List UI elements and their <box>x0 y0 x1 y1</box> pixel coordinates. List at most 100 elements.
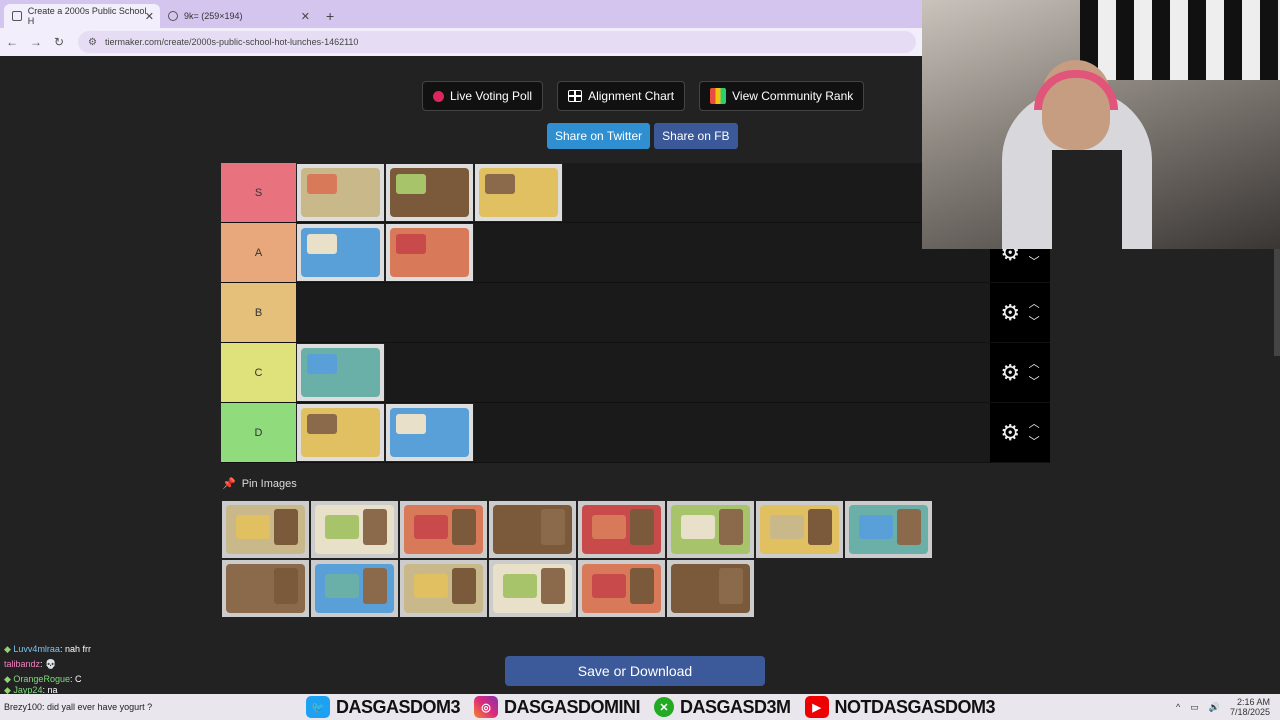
tier-label[interactable]: B <box>221 283 296 342</box>
food-image[interactable] <box>385 223 474 282</box>
clock-date: 7/18/2025 <box>1229 707 1270 717</box>
gear-icon[interactable]: ⚙ <box>1000 420 1020 446</box>
tier-controls: ⚙ ︿﹀ <box>990 343 1050 402</box>
tab-image[interactable]: 9k= (259×194) ✕ <box>160 4 316 28</box>
twitter-icon: 🐦 <box>306 696 330 718</box>
share-buttons: Share on Twitter Share on FB <box>547 123 738 149</box>
url-text: tiermaker.com/create/2000s-public-school… <box>104 37 359 47</box>
url-field[interactable]: ⚙ tiermaker.com/create/2000s-public-scho… <box>78 31 916 53</box>
food-image[interactable] <box>296 343 385 402</box>
gear-icon[interactable]: ⚙ <box>1000 300 1020 326</box>
tier-items <box>296 343 990 402</box>
food-image[interactable] <box>385 163 474 222</box>
move-down-icon[interactable]: ﹀ <box>1029 373 1040 391</box>
tier-label[interactable]: A <box>221 223 296 282</box>
image-pool <box>221 500 1021 618</box>
tier-controls: ⚙ ︿﹀ <box>990 283 1050 342</box>
xbox-icon: ✕ <box>654 697 675 717</box>
pool-food-image[interactable] <box>844 500 933 559</box>
tier-items <box>296 163 990 222</box>
tier-label[interactable]: C <box>221 343 296 402</box>
share-fb-button[interactable]: Share on FB <box>654 123 738 149</box>
move-down-icon[interactable]: ﹀ <box>1029 253 1040 271</box>
pool-food-image[interactable] <box>221 500 310 559</box>
save-download-button[interactable]: Save or Download <box>505 656 765 686</box>
pool-food-image[interactable] <box>577 559 666 618</box>
rank-grid-icon <box>710 88 727 104</box>
food-image[interactable] <box>385 403 474 462</box>
tab-label: Create a 2000s Public School H <box>27 6 147 26</box>
close-tab-icon[interactable]: ✕ <box>145 10 154 23</box>
live-voting-label: Live Voting Poll <box>450 89 533 103</box>
pool-food-image[interactable] <box>488 559 577 618</box>
pool-food-image[interactable] <box>221 559 310 618</box>
chat-line: ◆ Luvv4mlraa: nah frr <box>4 644 91 654</box>
webcam-overlay <box>922 0 1280 249</box>
back-icon[interactable]: ← <box>6 35 18 49</box>
move-up-icon[interactable]: ︿ <box>1029 355 1040 373</box>
pool-food-image[interactable] <box>399 500 488 559</box>
pool-food-image[interactable] <box>755 500 844 559</box>
globe-icon <box>168 11 178 21</box>
clock-time: 2:16 AM <box>1236 697 1270 707</box>
tier-row: C ⚙ ︿ ﹀ <box>221 343 1050 403</box>
move-down-icon[interactable]: ﹀ <box>1029 433 1040 451</box>
community-rank-button[interactable]: View Community Rank <box>699 81 865 111</box>
tier-label[interactable]: S <box>221 163 296 222</box>
volume-icon[interactable]: 🔊 <box>1209 702 1220 713</box>
tier-items <box>296 403 990 462</box>
clock[interactable]: 2:16 AM 7/18/2025 <box>1230 697 1270 717</box>
close-tab-icon[interactable]: ✕ <box>301 10 310 23</box>
food-image[interactable] <box>296 403 385 462</box>
pool-food-image[interactable] <box>310 559 399 618</box>
gear-icon[interactable]: ⚙ <box>1000 360 1020 386</box>
grid-icon <box>568 90 583 102</box>
youtube-icon: ▶ <box>804 696 829 718</box>
reload-icon[interactable]: ↻ <box>54 35 64 49</box>
share-twitter-button[interactable]: Share on Twitter <box>547 123 651 149</box>
system-tray: ^ ▭ 🔊 2:16 AM 7/18/2025 <box>1176 694 1270 720</box>
move-up-icon[interactable]: ︿ <box>1029 295 1040 313</box>
live-voting-button[interactable]: Live Voting Poll <box>422 81 544 111</box>
checkered-wall <box>1080 0 1280 80</box>
network-icon[interactable]: ▭ <box>1190 702 1199 713</box>
tier-label[interactable]: D <box>221 403 296 462</box>
pool-food-image[interactable] <box>666 559 755 618</box>
tier-items <box>296 283 990 342</box>
address-bar-row: ← → ↻ ⚙ tiermaker.com/create/2000s-publi… <box>0 28 922 56</box>
page-icon <box>12 11 22 21</box>
alignment-label: Alignment Chart <box>588 89 675 103</box>
move-down-icon[interactable]: ﹀ <box>1029 313 1040 331</box>
xbox-handle: DASGASD3M <box>680 696 791 717</box>
pool-food-image[interactable] <box>577 500 666 559</box>
browser-tab-bar: Create a 2000s Public School H ✕ 9k= (25… <box>0 0 922 28</box>
pool-food-image[interactable] <box>310 500 399 559</box>
pool-food-image[interactable] <box>488 500 577 559</box>
pool-food-image[interactable] <box>666 500 755 559</box>
chat-line: talibandz: 💀 <box>4 659 57 669</box>
tab-tiermaker[interactable]: Create a 2000s Public School H ✕ <box>4 4 160 28</box>
pin-icon: 📌 <box>222 478 236 490</box>
tier-row: D ⚙ ︿ ﹀ <box>221 403 1050 463</box>
pool-food-image[interactable] <box>399 559 488 618</box>
community-label: View Community Rank <box>732 89 854 103</box>
tray-chevron-icon[interactable]: ^ <box>1176 702 1180 712</box>
food-image[interactable] <box>474 163 563 222</box>
food-image[interactable] <box>296 223 385 282</box>
top-actions: Live Voting Poll Alignment Chart View Co… <box>422 81 865 111</box>
alignment-chart-button[interactable]: Alignment Chart <box>557 81 686 111</box>
food-image[interactable] <box>296 163 385 222</box>
pin-label: Pin Images <box>241 477 297 490</box>
pin-images-toggle[interactable]: 📌 Pin Images <box>222 477 297 491</box>
site-info-icon[interactable]: ⚙ <box>88 37 97 48</box>
tier-controls: ⚙ ︿﹀ <box>990 403 1050 462</box>
instagram-handle: DASGASDOMINI <box>504 696 641 717</box>
tier-row: B ⚙ ︿ ﹀ <box>221 283 1050 343</box>
social-banner: 🐦 DASGASDOM3 ◎ DASGASDOMINI ✕ DASGASD3M … <box>306 694 1003 720</box>
chat-last-line: Brezy100: did yall ever have yogurt ? <box>4 702 153 712</box>
forward-icon[interactable]: → <box>30 35 42 49</box>
youtube-handle: NOTDASGASDOM3 <box>834 696 996 717</box>
instagram-icon: ◎ <box>474 696 499 718</box>
move-up-icon[interactable]: ︿ <box>1029 415 1040 433</box>
new-tab-button[interactable]: + <box>326 8 334 24</box>
